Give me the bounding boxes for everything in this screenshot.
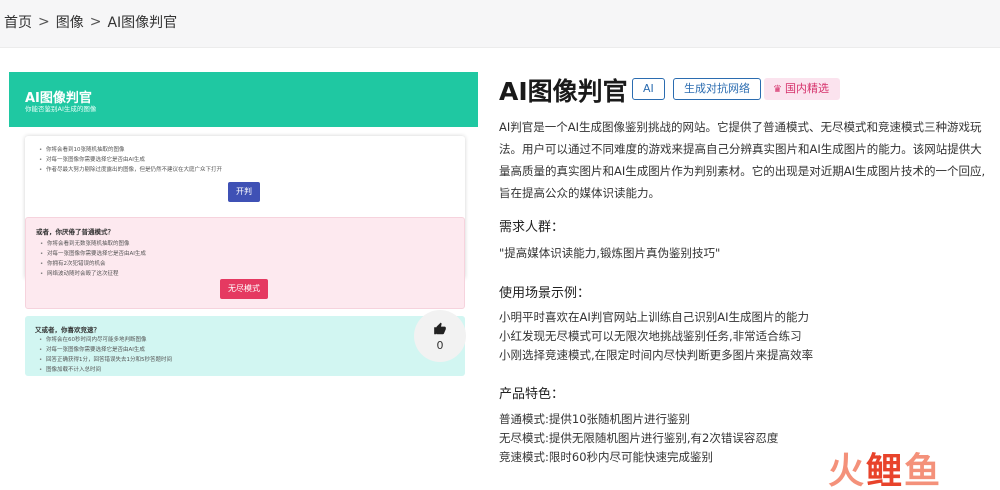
endless-mode-title: 或者，你厌倦了普通模式？ <box>36 228 114 236</box>
features-list: 普通模式:提供10张随机图片进行鉴别 无尽模式:提供无限随机图片进行鉴别,有2次… <box>499 410 778 467</box>
features-heading: 产品特色： <box>499 387 565 402</box>
list-item: 你将会看到无数张随机抽取的图像 <box>40 239 146 249</box>
preview-header: AI图像判官 你能否鉴别AI生成的图像 <box>9 72 478 127</box>
list-item: 你将会在60秒时间内尽可能多地判断图像 <box>39 335 172 345</box>
top-bar: 首页 > 图像 > AI图像判官 <box>0 0 1000 48</box>
breadcrumb: 首页 > 图像 > AI图像判官 <box>4 12 177 32</box>
tag-ai[interactable]: AI <box>632 78 665 100</box>
watermark-logo: 火鲤鱼 <box>828 442 942 490</box>
list-item: 图像加载不计入总时间 <box>39 365 172 375</box>
breadcrumb-separator: > <box>89 14 102 30</box>
breadcrumb-separator: > <box>38 14 50 30</box>
like-count: 0 <box>436 339 444 352</box>
audience-line: "提高媒体识读能力,锻炼图片真伪鉴别技巧" <box>499 246 721 260</box>
feature-item: 竞速模式:限时60秒内尽可能快速完成鉴别 <box>499 450 714 464</box>
scenario-item: 小红发现无尽模式可以无限次地挑战鉴别任务,非常适合练习 <box>499 329 802 343</box>
scenarios-list: 小明平时喜欢在AI判官网站上训练自己识别AI生成图片的能力 小红发现无尽模式可以… <box>499 308 813 365</box>
list-item: 作者尽最大努力剔除过度露出的图像，但是仍然不建议在大庭广众下打开 <box>39 165 222 175</box>
feature-item: 普通模式:提供10张随机图片进行鉴别 <box>499 412 691 426</box>
race-mode-title: 又或者，你喜欢竞速？ <box>35 326 100 334</box>
preview-app-subtitle: 你能否鉴别AI生成的图像 <box>25 105 97 113</box>
breadcrumb-current: AI图像判官 <box>107 15 178 31</box>
watermark-char: 鱼 <box>904 451 943 490</box>
start-button: 开判 <box>228 182 260 202</box>
like-widget[interactable]: 0 <box>414 310 466 362</box>
list-item: 网络波动随时会毁了这次征程 <box>40 269 146 279</box>
list-item: 你将会看到10张随机抽取的图像 <box>39 145 222 155</box>
scenario-item: 小明平时喜欢在AI判官网站上训练自己识别AI生成图片的能力 <box>499 310 810 324</box>
product-description: AI判官是一个AI生成图像鉴别挑战的网站。它提供了普通模式、无尽模式和竞速模式三… <box>499 120 986 200</box>
endless-mode-list: 你将会看到无数张随机抽取的图像 对每一张图像你需要选择它是否由AI生成 你拥有2… <box>40 239 146 279</box>
list-item: 对每一张图像你需要选择它是否由AI生成 <box>39 345 172 355</box>
endless-mode-button: 无尽模式 <box>220 279 268 299</box>
race-mode-card: 又或者，你喜欢竞速？ 你将会在60秒时间内尽可能多地判断图像 对每一张图像你需要… <box>25 316 465 376</box>
list-item: 回答正确获得1分，回答错误失去1分和5秒答题时间 <box>39 355 172 365</box>
breadcrumb-home[interactable]: 首页 <box>4 12 32 32</box>
tag-gan[interactable]: 生成对抗网络 <box>673 78 761 100</box>
list-item: 你拥有2次犯错误的机会 <box>40 259 146 269</box>
breadcrumb-images[interactable]: 图像 <box>56 12 84 32</box>
watermark-char: 火 <box>828 451 867 490</box>
thumbs-up-icon <box>434 322 446 335</box>
featured-badge[interactable]: ♛ 国内精选 <box>764 78 840 100</box>
crown-icon: ♛ <box>773 84 782 95</box>
scenarios-heading: 使用场景示例： <box>499 286 591 301</box>
featured-badge-label: 国内精选 <box>784 82 829 95</box>
normal-mode-list: 你将会看到10张随机抽取的图像 对每一张图像你需要选择它是否由AI生成 作者尽最… <box>39 145 222 175</box>
race-mode-list: 你将会在60秒时间内尽可能多地判断图像 对每一张图像你需要选择它是否由AI生成 … <box>39 335 172 375</box>
product-screenshot: AI图像判官 你能否鉴别AI生成的图像 你将会看到10张随机抽取的图像 对每一张… <box>9 72 478 377</box>
scenario-item: 小刚选择竞速模式,在限定时间内尽快判断更多图片来提高效率 <box>499 348 814 362</box>
audience-text: "提高媒体识读能力,锻炼图片真伪鉴别技巧" <box>499 244 720 263</box>
page-title: AI图像判官 <box>499 77 628 106</box>
watermark-char: 鲤 <box>866 451 905 490</box>
list-item: 对每一张图像你需要选择它是否由AI生成 <box>39 155 222 165</box>
list-item: 对每一张图像你需要选择它是否由AI生成 <box>40 249 146 259</box>
feature-item: 无尽模式:提供无限随机图片进行鉴别,有2次错误容忍度 <box>499 431 779 445</box>
audience-heading: 需求人群： <box>499 220 565 235</box>
